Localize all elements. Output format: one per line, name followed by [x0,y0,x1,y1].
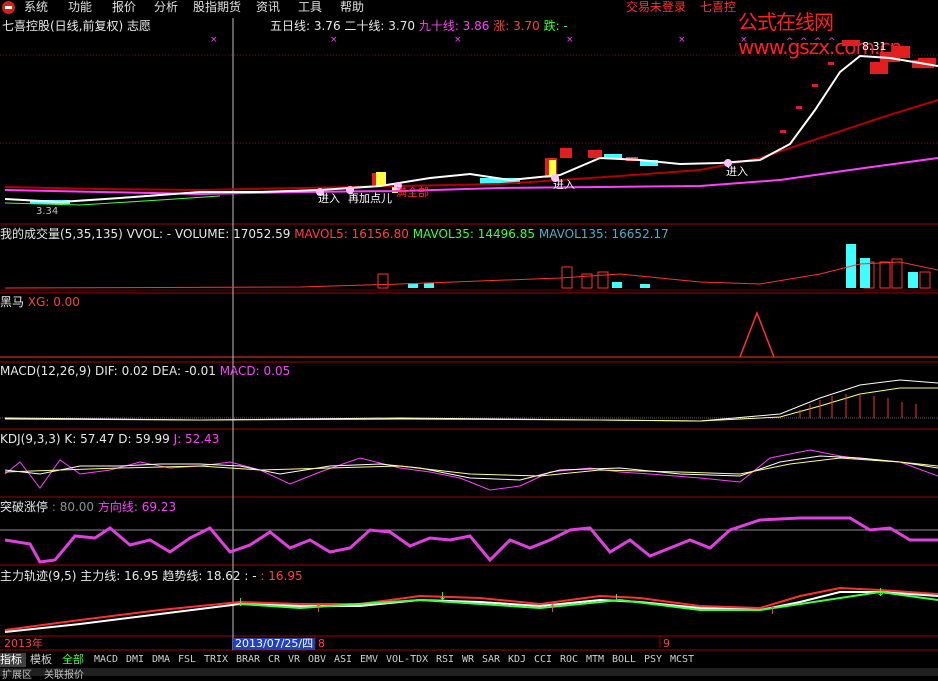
tab-mtm[interactable]: MTM [586,653,604,667]
track-extra: : 16.95 [260,569,303,583]
axis-month-9: 9 [663,637,670,650]
bottom-bar: 扩展区 关联报价 [0,668,938,681]
kdj-panel-info: KDJ(9,3,3) K: 57.47 D: 59.99 J: 52.43 [0,432,219,446]
volume-title: 我的成交量(5,35,135) VVOL: - [0,227,172,241]
tab-obv[interactable]: OBV [308,653,326,667]
breakout-title: 突破涨停 [0,500,49,514]
svg-text:↑: ↑ [768,604,777,617]
axis-month-8: 8 [318,637,325,650]
svg-text:×: × [740,35,748,45]
tab-dmi[interactable]: DMI [126,653,144,667]
ma-values: 五日线: 3.76 二十线: 3.70 九十线: 3.86 涨: 3.70 跌:… [270,19,568,33]
down-value: 跌: - [543,19,568,33]
signal-add: 再加点儿 [348,192,392,205]
indicator-tabs: 指标 模板 全部 MACD DMI DMA FSL TRIX BRAR CR V… [0,652,938,668]
tab-emv[interactable]: EMV [360,653,378,667]
svg-text:^: ^ [786,37,794,47]
heima-xg: XG: 0.00 [27,295,80,309]
tab-vol-tdx[interactable]: VOL-TDX [386,653,428,667]
tab-boll[interactable]: BOLL [612,653,636,667]
tab-asi[interactable]: ASI [334,653,352,667]
kdj-title: KDJ(9,3,3) [0,432,61,446]
track-sep: : - [244,569,257,583]
tab-roc[interactable]: ROC [560,653,578,667]
tab-cci[interactable]: CCI [534,653,552,667]
heima-panel-info: 黑马 XG: 0.00 [0,295,80,309]
signal-enter-1: 进入 [318,192,340,205]
volume-panel-info: 我的成交量(5,35,135) VVOL: - VOLUME: 17052.59… [0,227,669,241]
tab-all[interactable]: 全部 [62,653,84,667]
tab-brar[interactable]: BRAR [236,653,260,667]
price-low: 3.34 [36,206,58,217]
breakout-value: : 80.00 [51,500,95,514]
volume-value: VOLUME: 17052.59 [174,227,291,241]
tab-psy[interactable]: PSY [644,653,662,667]
track-title: 主力轨迹(9,5) [0,569,77,583]
signal-enter-2: 进入 [553,178,575,191]
tab-kdj[interactable]: KDJ [508,653,526,667]
tab-template[interactable]: 模板 [30,653,52,667]
bottom-related[interactable]: 关联报价 [44,666,84,681]
breakout-direction: 方向线: 69.23 [97,500,177,514]
kdj-j: J: 52.43 [173,432,220,446]
up-value: 涨: 3.70 [493,19,540,33]
tab-indicator[interactable]: 指标 [0,653,26,667]
tab-rsi[interactable]: RSI [436,653,454,667]
mavol5-value: MAVOL5: 16156.80 [294,227,409,241]
svg-text:×: × [678,35,686,45]
svg-text:↑: ↑ [548,602,557,615]
kdj-d: D: 59.99 [118,432,170,446]
ma90-value: 九十线: 3.86 [418,19,490,33]
macd-dea: DEA: -0.01 [152,364,216,378]
tab-cr[interactable]: CR [268,653,280,667]
signal-full: 满全部 [396,185,429,199]
svg-text:↓: ↓ [876,586,885,599]
svg-text:^: ^ [814,37,822,47]
svg-text:×: × [330,35,338,45]
axis-cursor-date: 2013/07/25/四 [233,637,316,650]
stock-title: 七喜控股(日线,前复权) 志愿 [2,19,151,33]
svg-text:↓: ↓ [236,596,245,609]
macd-dif: DIF: 0.02 [94,364,149,378]
ma20-value: 二十线: 3.70 [344,19,415,33]
kdj-k: K: 57.47 [64,432,115,446]
track-panel-info: 主力轨迹(9,5) 主力线: 16.95 趋势线: 18.62 : - : 16… [0,569,303,583]
svg-text:↑: ↑ [314,602,323,615]
tab-fsl[interactable]: FSL [178,653,196,667]
macd-value: MACD: 0.05 [219,364,291,378]
candlesticks [30,40,936,204]
tab-wr[interactable]: WR [462,653,474,667]
breakout-panel-info: 突破涨停 : 80.00 方向线: 69.23 [0,500,176,514]
axis-year: 2013年 [4,637,43,650]
svg-text:×: × [566,35,574,45]
svg-text:×: × [454,35,462,45]
signal-enter-3: 进入 [726,165,748,178]
tab-macd[interactable]: MACD [94,653,118,667]
bottom-extend[interactable]: 扩展区 [2,666,32,681]
mavol35-value: MAVOL35: 14496.85 [412,227,536,241]
svg-text:^: ^ [828,37,836,47]
price-high: 8.31 [862,40,887,53]
tab-mcst[interactable]: MCST [670,653,694,667]
svg-text:↓: ↓ [612,592,621,605]
macd-title: MACD(12,26,9) [0,364,92,378]
mavol135-value: MAVOL135: 16652.17 [538,227,669,241]
svg-text:^: ^ [800,37,808,47]
top-markers: × × × × × × ^ ^ ^ ^ [210,35,836,47]
tab-trix[interactable]: TRIX [204,653,228,667]
tab-vr[interactable]: VR [288,653,300,667]
heima-title: 黑马 [0,295,25,309]
ma5-value: 五日线: 3.76 [270,19,341,33]
chart-canvas[interactable]: × × × × × × ^ ^ ^ ^ 进入 再加点儿 满全部 进入 进入 8.… [0,0,938,652]
main-panel-info: 七喜控股(日线,前复权) 志愿 [2,19,151,33]
tab-dma[interactable]: DMA [152,653,170,667]
track-trend: 趋势线: 18.62 [162,569,241,583]
track-main: 主力线: 16.95 [80,569,159,583]
tab-sar[interactable]: SAR [482,653,500,667]
svg-text:↓: ↓ [438,590,447,603]
macd-panel-info: MACD(12,26,9) DIF: 0.02 DEA: -0.01 MACD:… [0,364,290,378]
svg-text:×: × [210,35,218,45]
